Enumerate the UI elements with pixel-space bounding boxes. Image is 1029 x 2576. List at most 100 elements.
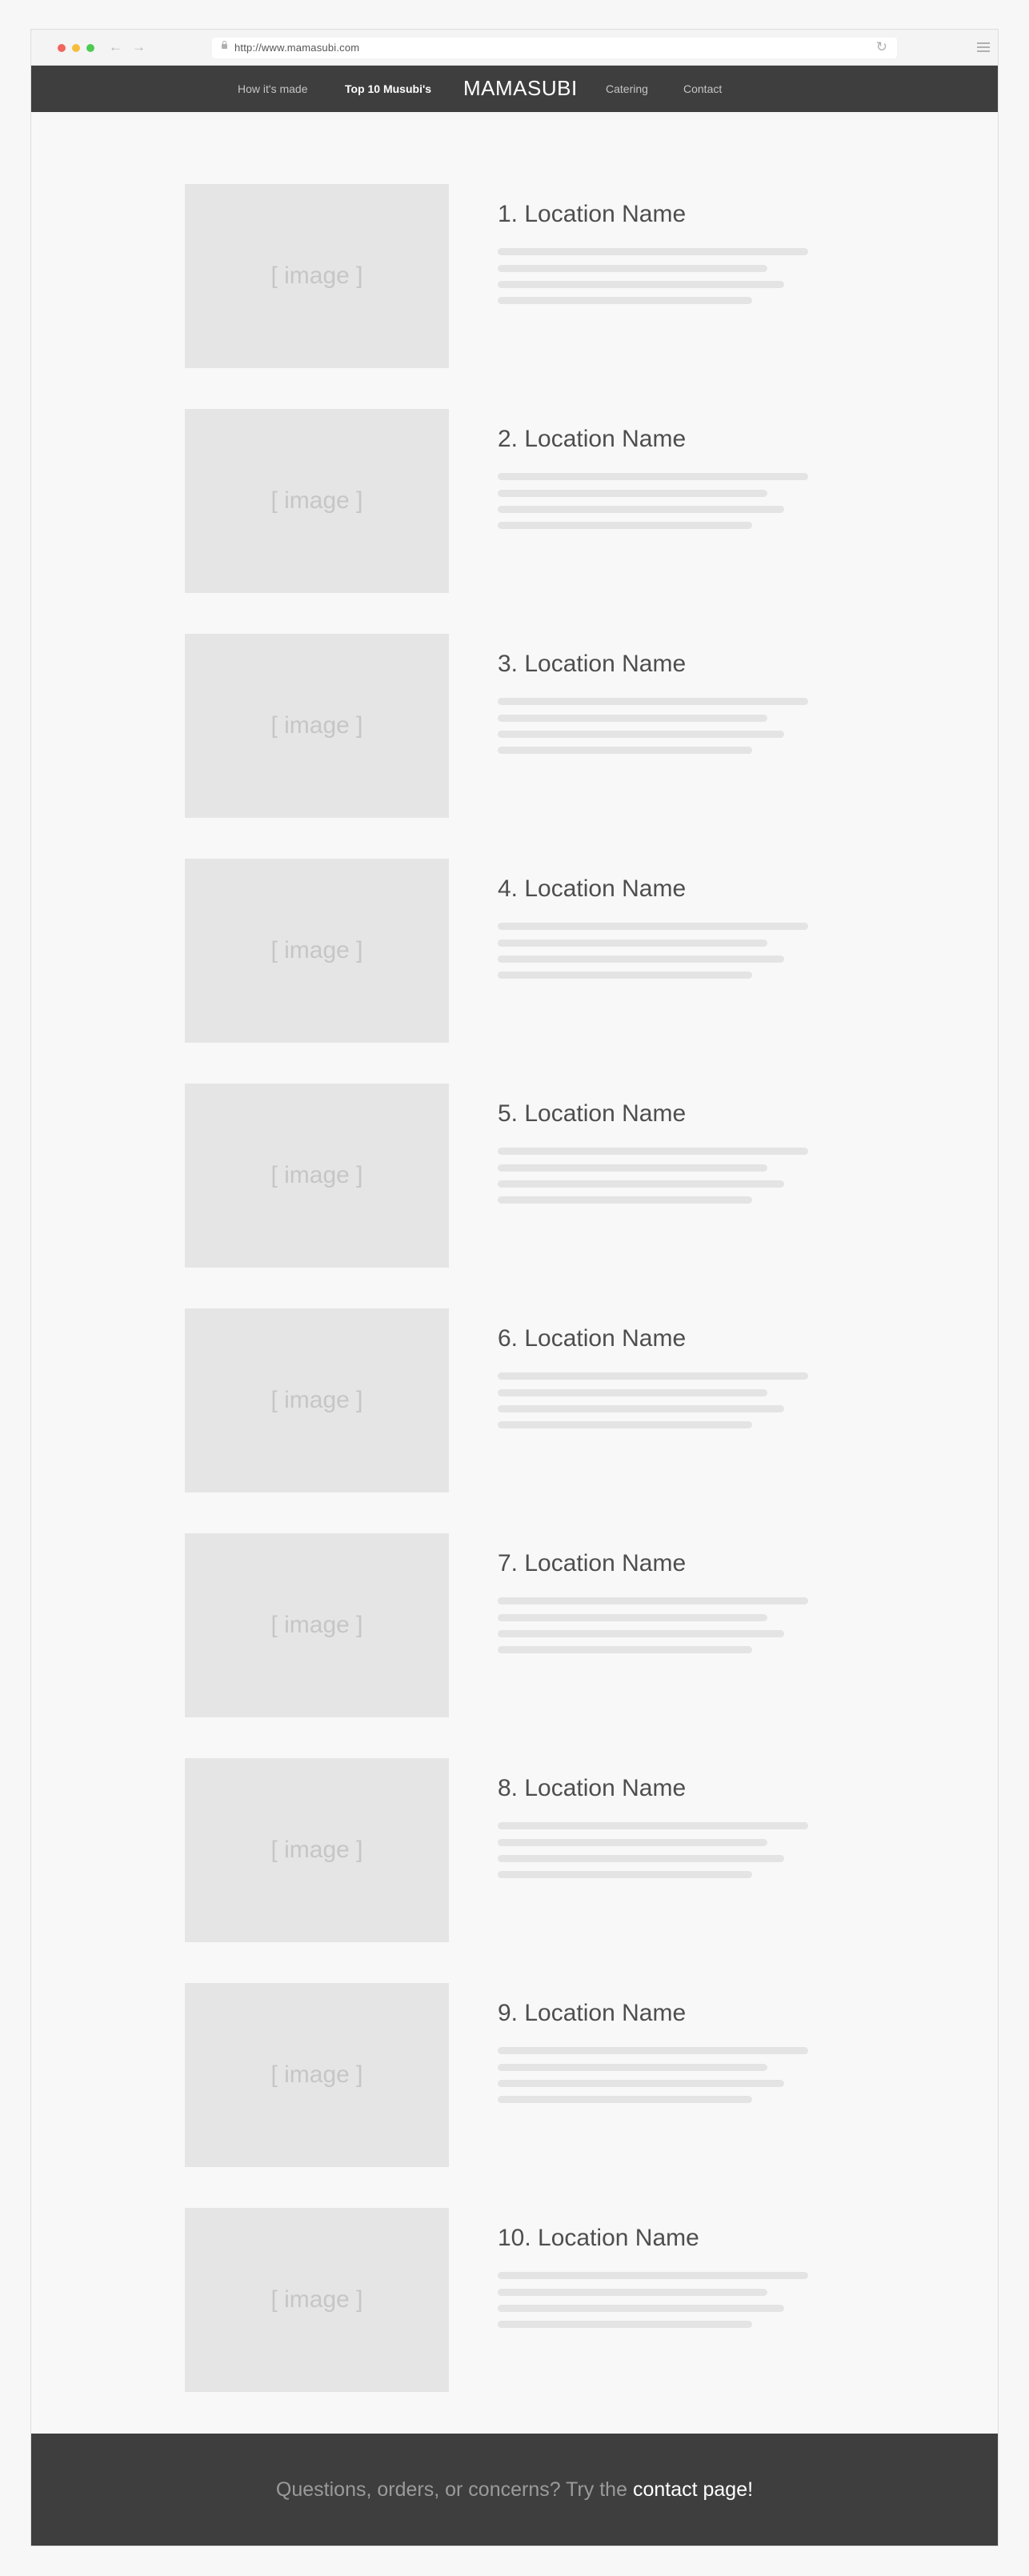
image-placeholder-label: [ image ] (270, 262, 363, 289)
nav-top10-link[interactable]: Top 10 Musubi's (345, 82, 431, 95)
lock-icon (222, 41, 227, 49)
image-placeholder-label: [ image ] (270, 1612, 363, 1638)
location-item: [ image ] 3. Location Name (31, 634, 998, 818)
image-placeholder-label: [ image ] (270, 1162, 363, 1188)
text-placeholder-line (498, 1822, 808, 1829)
image-placeholder-label: [ image ] (270, 712, 363, 739)
url-text: http://www.mamasubi.com (234, 42, 360, 54)
location-image-placeholder: [ image ] (185, 1308, 449, 1492)
minimize-window-button[interactable] (72, 44, 80, 52)
location-image-placeholder: [ image ] (185, 184, 449, 368)
text-placeholder-line (498, 522, 752, 529)
browser-window: ← → http://www.mamasubi.com ↻ How it's m… (30, 29, 999, 2546)
location-item: [ image ] 2. Location Name (31, 409, 998, 593)
location-image-placeholder: [ image ] (185, 2208, 449, 2392)
location-item: [ image ] 5. Location Name (31, 1084, 998, 1268)
text-placeholder-line (498, 2047, 808, 2054)
nav-catering-link[interactable]: Catering (606, 82, 648, 95)
location-item: [ image ] 8. Location Name (31, 1758, 998, 1942)
location-title: 10. Location Name (498, 2225, 699, 2251)
text-placeholder-line (498, 698, 808, 705)
text-placeholder-line (498, 747, 752, 754)
text-placeholder-line (498, 1646, 752, 1653)
text-placeholder-line (498, 1597, 808, 1604)
footer-contact-link[interactable]: contact page! (633, 2478, 753, 2501)
nav-how-its-made-link[interactable]: How it's made (238, 82, 307, 95)
location-title: 7. Location Name (498, 1550, 687, 1576)
site-navigation: How it's made Top 10 Musubi's MAMASUBI C… (31, 66, 998, 112)
text-placeholder-line (498, 731, 784, 738)
back-arrow-icon[interactable]: ← (109, 38, 122, 56)
text-placeholder-line (498, 972, 752, 979)
text-placeholder-line (498, 2096, 752, 2103)
location-title: 3. Location Name (498, 651, 687, 677)
location-title: 6. Location Name (498, 1325, 687, 1352)
location-image-placeholder: [ image ] (185, 409, 449, 593)
browser-toolbar: ← → http://www.mamasubi.com ↻ (31, 30, 998, 66)
text-placeholder-line (498, 1372, 808, 1380)
location-image-placeholder: [ image ] (185, 1983, 449, 2167)
text-placeholder-line (498, 715, 767, 722)
close-window-button[interactable] (58, 44, 66, 52)
location-title: 1. Location Name (498, 201, 687, 227)
location-item: [ image ] 10. Location Name (31, 2208, 998, 2392)
text-placeholder-line (498, 1421, 752, 1428)
text-placeholder-line (498, 939, 767, 947)
text-placeholder-line (498, 1855, 784, 1862)
text-placeholder-line (498, 1148, 808, 1155)
text-placeholder-line (498, 1196, 752, 1204)
reload-icon[interactable]: ↻ (876, 39, 887, 55)
location-title: 5. Location Name (498, 1100, 687, 1127)
location-item: [ image ] 6. Location Name (31, 1308, 998, 1492)
image-placeholder-label: [ image ] (270, 1387, 363, 1413)
text-placeholder-line (498, 1614, 767, 1621)
location-image-placeholder: [ image ] (185, 1084, 449, 1268)
text-placeholder-line (498, 1164, 767, 1172)
text-placeholder-line (498, 1871, 752, 1878)
location-title: 8. Location Name (498, 1775, 687, 1801)
location-title: 2. Location Name (498, 426, 687, 452)
text-placeholder-line (498, 955, 784, 963)
text-placeholder-line (498, 1180, 784, 1188)
location-item: [ image ] 7. Location Name (31, 1533, 998, 1717)
text-placeholder-line (498, 490, 767, 497)
text-placeholder-line (498, 506, 784, 513)
text-placeholder-line (498, 1405, 784, 1412)
location-image-placeholder: [ image ] (185, 634, 449, 818)
text-placeholder-line (498, 2321, 752, 2328)
location-item: [ image ] 9. Location Name (31, 1983, 998, 2167)
hamburger-menu-icon[interactable] (977, 42, 990, 52)
brand-logo[interactable]: MAMASUBI (463, 76, 578, 101)
text-placeholder-line (498, 265, 767, 272)
text-placeholder-line (498, 248, 808, 255)
location-image-placeholder: [ image ] (185, 859, 449, 1043)
image-placeholder-label: [ image ] (270, 2286, 363, 2313)
text-placeholder-line (498, 2289, 767, 2296)
image-placeholder-label: [ image ] (270, 937, 363, 963)
text-placeholder-line (498, 473, 808, 480)
text-placeholder-line (498, 2080, 784, 2087)
footer-message: Questions, orders, or concerns? Try the … (31, 2478, 998, 2502)
location-title: 4. Location Name (498, 875, 687, 902)
text-placeholder-line (498, 2305, 784, 2312)
footer-text: Questions, orders, or concerns? Try the (275, 2478, 633, 2501)
text-placeholder-line (498, 1630, 784, 1637)
location-item: [ image ] 1. Location Name (31, 184, 998, 368)
text-placeholder-line (498, 2272, 808, 2279)
text-placeholder-line (498, 1839, 767, 1846)
text-placeholder-line (498, 297, 752, 304)
nav-contact-link[interactable]: Contact (683, 82, 722, 95)
location-title: 9. Location Name (498, 2000, 687, 2026)
text-placeholder-line (498, 2064, 767, 2071)
site-footer: Questions, orders, or concerns? Try the … (31, 2434, 998, 2546)
image-placeholder-label: [ image ] (270, 1837, 363, 1863)
text-placeholder-line (498, 923, 808, 930)
location-image-placeholder: [ image ] (185, 1533, 449, 1717)
location-item: [ image ] 4. Location Name (31, 859, 998, 1043)
location-image-placeholder: [ image ] (185, 1758, 449, 1942)
forward-arrow-icon[interactable]: → (132, 38, 146, 56)
address-bar[interactable]: http://www.mamasubi.com ↻ (212, 38, 897, 58)
maximize-window-button[interactable] (86, 44, 94, 52)
image-placeholder-label: [ image ] (270, 2061, 363, 2088)
text-placeholder-line (498, 281, 784, 288)
